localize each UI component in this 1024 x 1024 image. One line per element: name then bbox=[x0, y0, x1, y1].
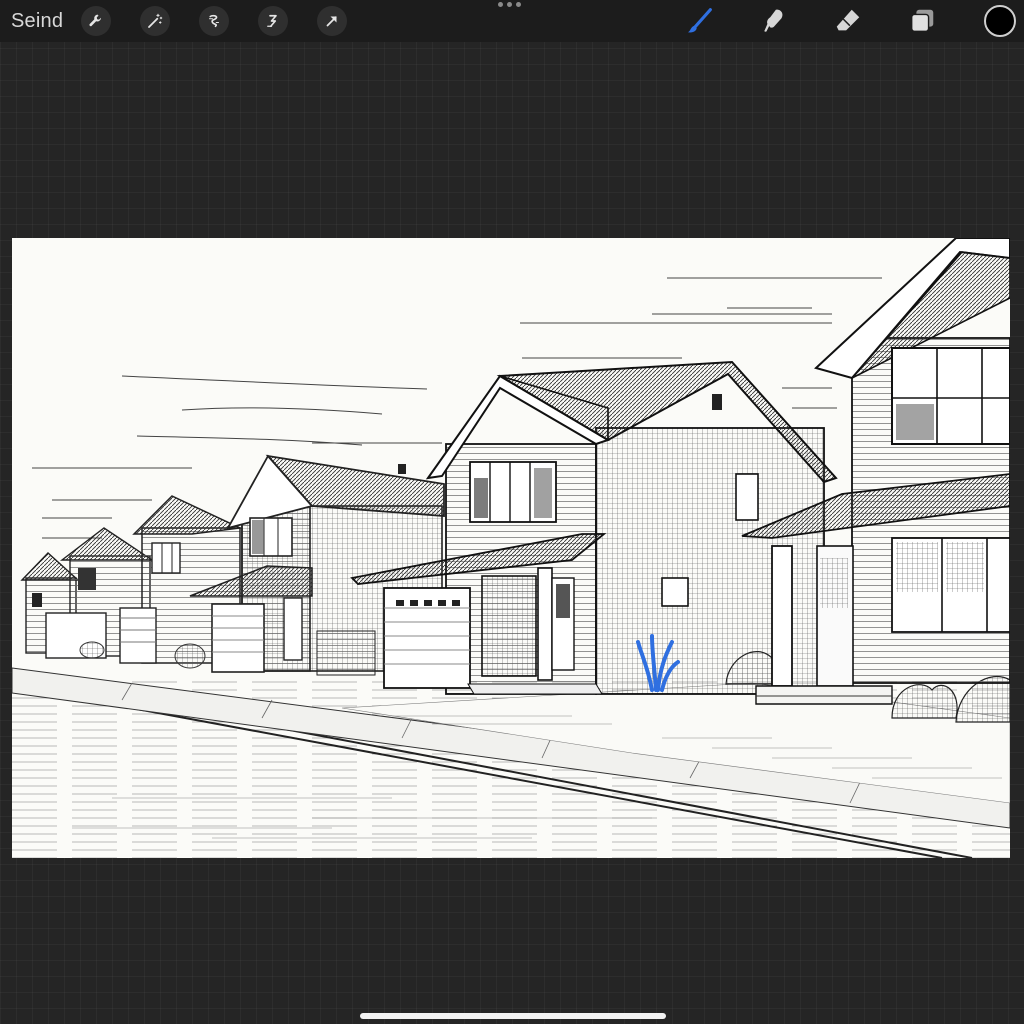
move-button[interactable] bbox=[317, 6, 348, 36]
drawing-canvas[interactable] bbox=[12, 238, 1010, 858]
smudge-tool-button[interactable] bbox=[758, 5, 790, 37]
color-picker-button[interactable] bbox=[984, 5, 1016, 37]
more-options-icon[interactable] bbox=[498, 2, 521, 7]
gallery-button[interactable]: Seind bbox=[11, 10, 63, 33]
magic-wand-icon bbox=[148, 13, 163, 28]
wrench-icon bbox=[89, 14, 102, 27]
selection-icon bbox=[209, 14, 220, 28]
top-toolbar: Seind bbox=[0, 0, 1024, 42]
eraser-icon bbox=[836, 9, 860, 31]
home-indicator[interactable] bbox=[360, 1013, 666, 1019]
brush-icon bbox=[687, 8, 712, 33]
adjustments-button[interactable] bbox=[140, 6, 171, 36]
layers-button[interactable] bbox=[906, 5, 938, 37]
eraser-tool-button[interactable] bbox=[832, 5, 864, 37]
actions-button[interactable] bbox=[81, 6, 112, 36]
arrow-icon bbox=[326, 16, 337, 27]
transform-icon bbox=[267, 14, 277, 28]
right-toolbar bbox=[642, 0, 1016, 42]
transform-button[interactable] bbox=[258, 6, 289, 36]
paint-tool-button[interactable] bbox=[684, 5, 716, 37]
drawing-app: Seind bbox=[0, 0, 1024, 1024]
smudge-icon bbox=[764, 9, 783, 32]
selection-button[interactable] bbox=[199, 6, 230, 36]
street-illustration bbox=[12, 238, 1010, 858]
layers-icon bbox=[910, 9, 934, 33]
